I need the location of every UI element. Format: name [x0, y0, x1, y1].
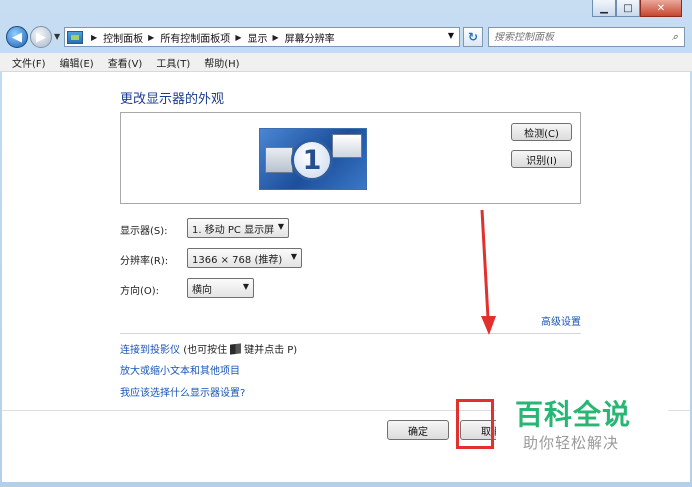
- arrow-head-icon: [481, 316, 496, 335]
- watermark-logo-text: 百科全说: [515, 398, 632, 431]
- arrow-shaft: [480, 209, 490, 319]
- watermark-slogan: 助你轻松解决: [523, 434, 620, 452]
- annotation-highlight-box: [456, 399, 494, 449]
